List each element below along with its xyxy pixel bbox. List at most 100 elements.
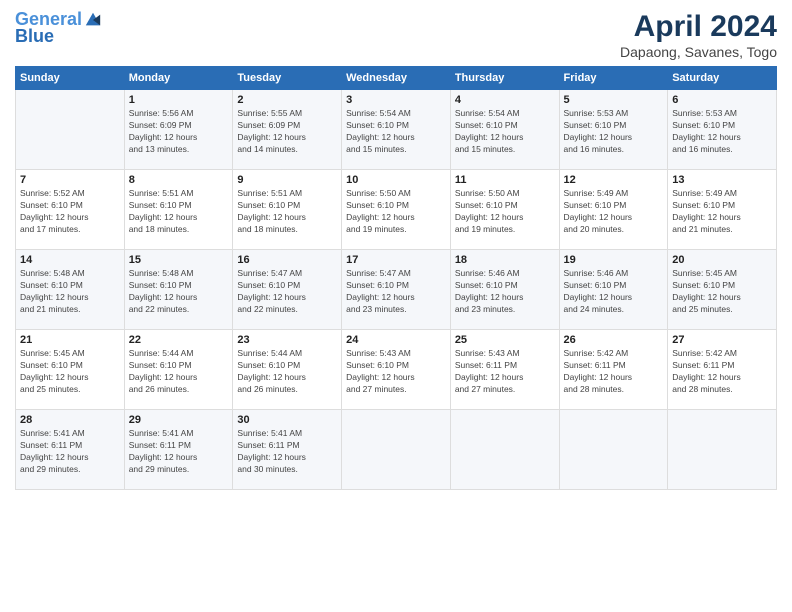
day-number: 1	[129, 94, 229, 106]
calendar-cell	[559, 410, 668, 490]
day-info: Sunrise: 5:45 AM Sunset: 6:10 PM Dayligh…	[672, 268, 772, 316]
day-number: 21	[20, 334, 120, 346]
header: General Blue April 2024 Dapaong, Savanes…	[15, 10, 777, 60]
calendar-cell: 24Sunrise: 5:43 AM Sunset: 6:10 PM Dayli…	[342, 330, 451, 410]
day-info: Sunrise: 5:49 AM Sunset: 6:10 PM Dayligh…	[564, 188, 664, 236]
page-container: General Blue April 2024 Dapaong, Savanes…	[0, 0, 792, 500]
calendar-cell: 13 Sunrise: 5:49 AM Sunset: 6:10 PM Dayli…	[668, 170, 777, 250]
calendar-week-row: 7 Sunrise: 5:52 AM Sunset: 6:10 PM Daylig…	[16, 170, 777, 250]
day-info: Sunrise: 5:46 AM Sunset: 6:10 PM Dayligh…	[455, 268, 555, 316]
day-number: 23	[237, 334, 337, 346]
day-info: Sunrise: 5:43 AM Sunset: 6:11 PM Dayligh…	[455, 348, 555, 396]
calendar-cell: 22 Sunrise: 5:44 AM Sunset: 6:10 PM Dayli…	[124, 330, 233, 410]
day-info: Sunrise: 5:42 AM Sunset: 6:11 PM Dayligh…	[564, 348, 664, 396]
day-number: 26	[564, 334, 664, 346]
day-info: Sunrise: 5:49 AM Sunset: 6:10 PM Dayligh…	[672, 188, 772, 236]
calendar-cell: 10 Sunrise: 5:50 AM Sunset: 6:10 PM Dayli…	[342, 170, 451, 250]
calendar-cell: 23 Sunrise: 5:44 AM Sunset: 6:10 PM Dayli…	[233, 330, 342, 410]
weekday-header: Saturday	[668, 67, 777, 90]
calendar-cell: 1Sunrise: 5:56 AM Sunset: 6:09 PM Daylig…	[124, 90, 233, 170]
day-number: 16	[237, 254, 337, 266]
day-number: 29	[129, 414, 229, 426]
weekday-header: Wednesday	[342, 67, 451, 90]
calendar-cell: 15Sunrise: 5:48 AM Sunset: 6:10 PM Dayli…	[124, 250, 233, 330]
day-info: Sunrise: 5:41 AM Sunset: 6:11 PM Dayligh…	[129, 428, 229, 476]
calendar-cell: 26 Sunrise: 5:42 AM Sunset: 6:11 PM Dayli…	[559, 330, 668, 410]
calendar-cell: 18 Sunrise: 5:46 AM Sunset: 6:10 PM Dayli…	[450, 250, 559, 330]
weekday-header: Friday	[559, 67, 668, 90]
day-number: 17	[346, 254, 446, 266]
header-row: SundayMondayTuesdayWednesdayThursdayFrid…	[16, 67, 777, 90]
day-info: Sunrise: 5:50 AM Sunset: 6:10 PM Dayligh…	[346, 188, 446, 236]
weekday-header: Monday	[124, 67, 233, 90]
day-number: 15	[129, 254, 229, 266]
calendar-cell: 29 Sunrise: 5:41 AM Sunset: 6:11 PM Dayli…	[124, 410, 233, 490]
day-info: Sunrise: 5:47 AM Sunset: 6:10 PM Dayligh…	[346, 268, 446, 316]
calendar-week-row: 28Sunrise: 5:41 AM Sunset: 6:11 PM Dayli…	[16, 410, 777, 490]
day-info: Sunrise: 5:53 AM Sunset: 6:10 PM Dayligh…	[672, 108, 772, 156]
calendar-cell: 12 Sunrise: 5:49 AM Sunset: 6:10 PM Dayli…	[559, 170, 668, 250]
day-info: Sunrise: 5:41 AM Sunset: 6:11 PM Dayligh…	[237, 428, 337, 476]
day-number: 24	[346, 334, 446, 346]
day-number: 22	[129, 334, 229, 346]
day-info: Sunrise: 5:51 AM Sunset: 6:10 PM Dayligh…	[129, 188, 229, 236]
calendar-cell	[450, 410, 559, 490]
day-number: 13	[672, 174, 772, 186]
day-number: 12	[564, 174, 664, 186]
day-number: 20	[672, 254, 772, 266]
day-number: 8	[129, 174, 229, 186]
day-number: 14	[20, 254, 120, 266]
weekday-header: Sunday	[16, 67, 125, 90]
logo-icon	[84, 11, 102, 29]
logo: General Blue	[15, 10, 102, 47]
calendar-cell	[342, 410, 451, 490]
day-info: Sunrise: 5:42 AM Sunset: 6:11 PM Dayligh…	[672, 348, 772, 396]
day-info: Sunrise: 5:45 AM Sunset: 6:10 PM Dayligh…	[20, 348, 120, 396]
calendar-cell: 20 Sunrise: 5:45 AM Sunset: 6:10 PM Dayli…	[668, 250, 777, 330]
day-number: 10	[346, 174, 446, 186]
day-number: 3	[346, 94, 446, 106]
day-info: Sunrise: 5:46 AM Sunset: 6:10 PM Dayligh…	[564, 268, 664, 316]
calendar-cell: 5 Sunrise: 5:53 AM Sunset: 6:10 PM Daylig…	[559, 90, 668, 170]
day-number: 18	[455, 254, 555, 266]
day-number: 11	[455, 174, 555, 186]
day-info: Sunrise: 5:48 AM Sunset: 6:10 PM Dayligh…	[20, 268, 120, 316]
calendar-cell: 3 Sunrise: 5:54 AM Sunset: 6:10 PM Daylig…	[342, 90, 451, 170]
calendar-cell: 30Sunrise: 5:41 AM Sunset: 6:11 PM Dayli…	[233, 410, 342, 490]
day-info: Sunrise: 5:51 AM Sunset: 6:10 PM Dayligh…	[237, 188, 337, 236]
day-info: Sunrise: 5:44 AM Sunset: 6:10 PM Dayligh…	[237, 348, 337, 396]
weekday-header: Tuesday	[233, 67, 342, 90]
calendar-cell: 6 Sunrise: 5:53 AM Sunset: 6:10 PM Daylig…	[668, 90, 777, 170]
calendar-cell: 14 Sunrise: 5:48 AM Sunset: 6:10 PM Dayli…	[16, 250, 125, 330]
calendar-cell	[668, 410, 777, 490]
day-number: 9	[237, 174, 337, 186]
calendar-cell: 21 Sunrise: 5:45 AM Sunset: 6:10 PM Dayli…	[16, 330, 125, 410]
day-info: Sunrise: 5:41 AM Sunset: 6:11 PM Dayligh…	[20, 428, 120, 476]
day-number: 27	[672, 334, 772, 346]
day-number: 7	[20, 174, 120, 186]
location-title: Dapaong, Savanes, Togo	[620, 44, 777, 60]
day-info: Sunrise: 5:47 AM Sunset: 6:10 PM Dayligh…	[237, 268, 337, 316]
calendar-cell: 28Sunrise: 5:41 AM Sunset: 6:11 PM Dayli…	[16, 410, 125, 490]
day-number: 25	[455, 334, 555, 346]
calendar-cell	[16, 90, 125, 170]
day-info: Sunrise: 5:52 AM Sunset: 6:10 PM Dayligh…	[20, 188, 120, 236]
day-number: 5	[564, 94, 664, 106]
day-number: 6	[672, 94, 772, 106]
day-info: Sunrise: 5:54 AM Sunset: 6:10 PM Dayligh…	[346, 108, 446, 156]
calendar-week-row: 1Sunrise: 5:56 AM Sunset: 6:09 PM Daylig…	[16, 90, 777, 170]
calendar-cell: 9 Sunrise: 5:51 AM Sunset: 6:10 PM Daylig…	[233, 170, 342, 250]
day-info: Sunrise: 5:55 AM Sunset: 6:09 PM Dayligh…	[237, 108, 337, 156]
calendar-cell: 4Sunrise: 5:54 AM Sunset: 6:10 PM Daylig…	[450, 90, 559, 170]
calendar-cell: 8 Sunrise: 5:51 AM Sunset: 6:10 PM Daylig…	[124, 170, 233, 250]
title-block: April 2024 Dapaong, Savanes, Togo	[620, 10, 777, 60]
day-info: Sunrise: 5:44 AM Sunset: 6:10 PM Dayligh…	[129, 348, 229, 396]
calendar-cell: 16 Sunrise: 5:47 AM Sunset: 6:10 PM Dayli…	[233, 250, 342, 330]
calendar-cell: 7 Sunrise: 5:52 AM Sunset: 6:10 PM Daylig…	[16, 170, 125, 250]
weekday-header: Thursday	[450, 67, 559, 90]
calendar-cell: 25 Sunrise: 5:43 AM Sunset: 6:11 PM Dayli…	[450, 330, 559, 410]
day-number: 4	[455, 94, 555, 106]
calendar-cell: 11Sunrise: 5:50 AM Sunset: 6:10 PM Dayli…	[450, 170, 559, 250]
calendar-cell: 2Sunrise: 5:55 AM Sunset: 6:09 PM Daylig…	[233, 90, 342, 170]
day-info: Sunrise: 5:53 AM Sunset: 6:10 PM Dayligh…	[564, 108, 664, 156]
